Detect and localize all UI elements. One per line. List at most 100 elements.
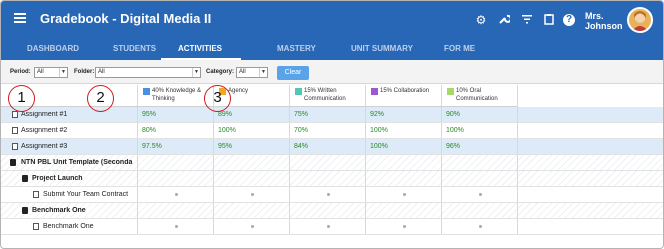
- chevron-down-icon: ▼: [259, 68, 267, 77]
- grade-value: 100%: [370, 143, 388, 150]
- category-select[interactable]: All ▼: [236, 67, 268, 78]
- chevron-down-icon: ▼: [59, 68, 67, 77]
- empty-grade-dot: [174, 225, 178, 228]
- grade-cell[interactable]: 95%: [138, 107, 214, 122]
- top-bar: Gradebook - Digital Media II ⚙ ? Mrs. Jo…: [1, 1, 663, 38]
- grade-cell[interactable]: [366, 219, 442, 234]
- grade-cell[interactable]: [214, 203, 290, 218]
- grade-cell[interactable]: [366, 155, 442, 170]
- grade-cell[interactable]: 80%: [138, 123, 214, 138]
- grade-cell[interactable]: 100%: [214, 123, 290, 138]
- grade-cell[interactable]: [366, 203, 442, 218]
- empty-grade-dot: [250, 193, 254, 196]
- grade-cell[interactable]: [442, 187, 518, 202]
- grade-cell[interactable]: [138, 219, 214, 234]
- table-row[interactable]: Assignment #2 80% 100% 70% 100% 100%: [1, 123, 663, 139]
- grade-cell[interactable]: [290, 219, 366, 234]
- grade-cell[interactable]: [366, 171, 442, 186]
- empty-grade-dot: [478, 225, 482, 228]
- grade-cell[interactable]: 92%: [366, 107, 442, 122]
- row-label-cell: [1, 123, 138, 138]
- grade-cell[interactable]: 84%: [290, 139, 366, 154]
- grade-cell[interactable]: [442, 219, 518, 234]
- folder-select-value: All: [98, 69, 105, 75]
- grade-cell[interactable]: 100%: [366, 123, 442, 138]
- grade-cell[interactable]: [290, 171, 366, 186]
- grade-cell[interactable]: 90%: [442, 107, 518, 122]
- callout-1: 1: [8, 85, 35, 112]
- table-row[interactable]: Assignment #3 97.5% 95% 84% 100% 96%: [1, 139, 663, 155]
- grade-cell[interactable]: 96%: [442, 139, 518, 154]
- column-header[interactable]: 40% Knowledge & Thinking: [138, 85, 214, 107]
- clear-button[interactable]: Clear: [277, 66, 309, 80]
- grade-value: 84%: [294, 143, 309, 150]
- grade-cell[interactable]: [214, 171, 290, 186]
- empty-grade-dot: [478, 193, 482, 196]
- grade-cell[interactable]: 70%: [290, 123, 366, 138]
- column-header-label: Agency: [228, 88, 249, 94]
- tab-dashboard[interactable]: DASHBOARD: [27, 44, 79, 53]
- callout-3: 3: [204, 85, 231, 112]
- gear-icon[interactable]: ⚙: [474, 13, 488, 27]
- row-label-cell: [1, 219, 138, 234]
- grade-cell[interactable]: [442, 203, 518, 218]
- grade-cell[interactable]: [290, 155, 366, 170]
- folder-row[interactable]: NTN PBL Unit Template (Seconda: [1, 155, 663, 171]
- grade-cell[interactable]: [442, 155, 518, 170]
- clipboard-icon[interactable]: [542, 13, 556, 27]
- grade-cell[interactable]: [138, 155, 214, 170]
- folder-row[interactable]: Benchmark One: [1, 203, 663, 219]
- category-swatch: [143, 88, 150, 95]
- grade-cell[interactable]: 95%: [214, 139, 290, 154]
- grade-cell[interactable]: 97.5%: [138, 139, 214, 154]
- tab-students[interactable]: STUDENTS: [113, 44, 156, 53]
- table-row[interactable]: Benchmark One: [1, 219, 663, 235]
- filter-icon[interactable]: [520, 13, 534, 27]
- grade-cell[interactable]: [366, 187, 442, 202]
- user-name[interactable]: Mrs. Johnson: [585, 11, 623, 31]
- chevron-down-icon: ▼: [192, 68, 200, 77]
- grade-value: 90%: [446, 111, 461, 118]
- category-swatch: [371, 88, 378, 95]
- category-select-value: All: [239, 69, 246, 75]
- column-header[interactable]: 15% Collaboration: [366, 85, 442, 107]
- grade-cell[interactable]: [138, 171, 214, 186]
- grade-cell[interactable]: [442, 171, 518, 186]
- tab-activities[interactable]: ACTIVITIES: [178, 44, 222, 53]
- grade-value: 95%: [142, 111, 157, 118]
- grade-cell[interactable]: 75%: [290, 107, 366, 122]
- gradebook-window: Gradebook - Digital Media II ⚙ ? Mrs. Jo…: [0, 0, 664, 249]
- grade-cell[interactable]: [290, 187, 366, 202]
- period-select[interactable]: All ▼: [34, 67, 68, 78]
- grade-value: 100%: [370, 127, 388, 134]
- grade-cell[interactable]: 100%: [366, 139, 442, 154]
- grade-value: 75%: [294, 111, 309, 118]
- user-name-line2: Johnson: [585, 21, 623, 31]
- grade-cell[interactable]: [214, 187, 290, 202]
- folder-select[interactable]: All ▼: [95, 67, 201, 78]
- folder-row[interactable]: Project Launch: [1, 171, 663, 187]
- grade-cell[interactable]: [138, 187, 214, 202]
- tab-mastery[interactable]: MASTERY: [277, 44, 316, 53]
- column-header[interactable]: 15% Written Communication: [290, 85, 366, 107]
- avatar[interactable]: [627, 7, 653, 33]
- grade-cell[interactable]: [214, 155, 290, 170]
- grade-cell[interactable]: 100%: [442, 123, 518, 138]
- page-title: Gradebook - Digital Media II: [40, 11, 212, 26]
- help-icon[interactable]: ?: [563, 14, 575, 26]
- column-header-label: 10% Oral Communication: [456, 88, 498, 102]
- hamburger-menu-icon[interactable]: [14, 13, 26, 23]
- row-label-cell: [1, 203, 138, 218]
- empty-grade-dot: [174, 193, 178, 196]
- grade-cell[interactable]: [290, 203, 366, 218]
- table-row[interactable]: Submit Your Team Contract: [1, 187, 663, 203]
- grade-cell[interactable]: [214, 219, 290, 234]
- wrench-icon[interactable]: [497, 13, 512, 27]
- grade-cell[interactable]: [138, 203, 214, 218]
- column-header[interactable]: 10% Oral Communication: [442, 85, 518, 107]
- empty-grade-dot: [250, 225, 254, 228]
- column-header-label: 40% Knowledge & Thinking: [152, 88, 202, 102]
- tab-unit-summary[interactable]: UNIT SUMMARY: [351, 44, 413, 53]
- filter-bar: Period: All ▼ Folder: All ▼ Category: Al…: [1, 60, 663, 84]
- tab-for-me[interactable]: FOR ME: [444, 44, 475, 53]
